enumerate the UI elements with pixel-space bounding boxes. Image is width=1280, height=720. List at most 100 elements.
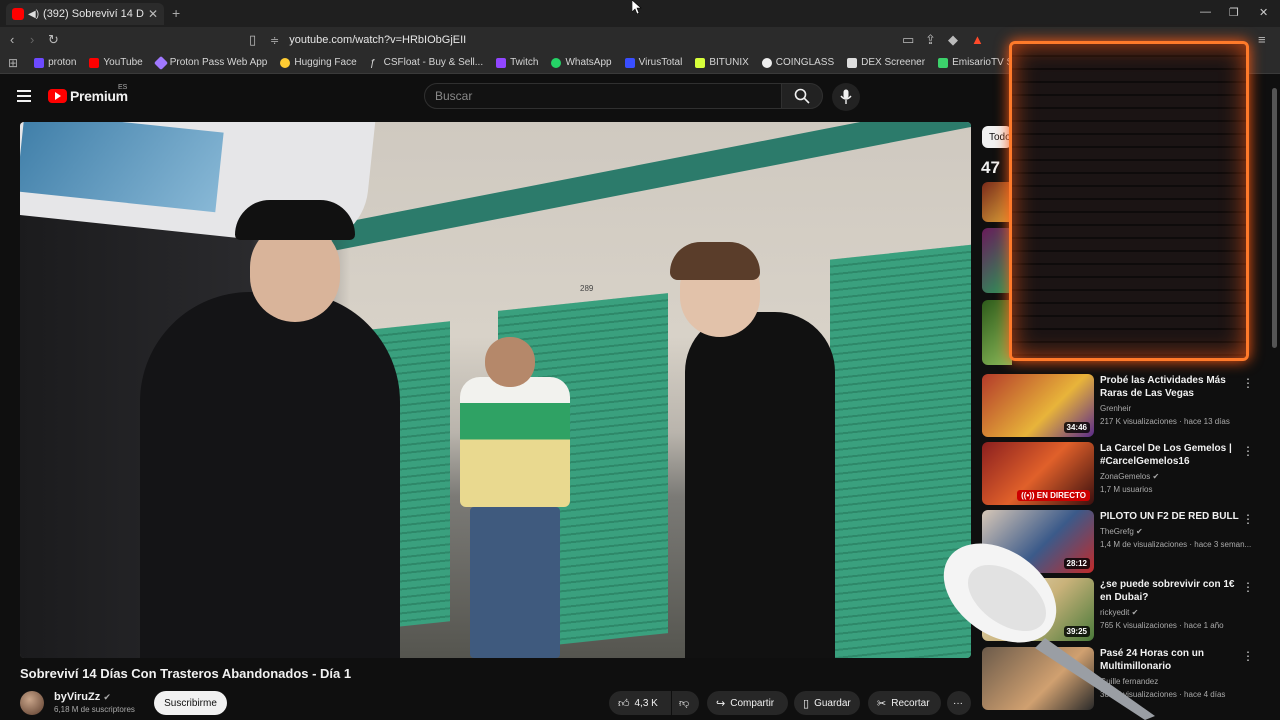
proton-icon bbox=[34, 57, 45, 68]
youtube-premium-logo[interactable]: Premium ES bbox=[48, 84, 128, 104]
audio-playing-icon[interactable]: ◀) bbox=[28, 9, 39, 20]
minimize-icon[interactable]: — bbox=[1200, 6, 1211, 18]
youtube-favicon-icon bbox=[12, 8, 24, 20]
tab-title: (392) Sobreviví 14 Días Con T bbox=[43, 8, 144, 20]
like-count: 4,3 K bbox=[634, 697, 658, 709]
bookmark-item[interactable]: WhatsApp bbox=[551, 57, 612, 68]
channel-avatar[interactable] bbox=[20, 691, 44, 715]
recommendation-channel[interactable]: Grenheir bbox=[1100, 404, 1131, 413]
like-button[interactable]: 👍︎ 4,3 K bbox=[609, 691, 671, 715]
more-options-icon[interactable]: ⋮ bbox=[1242, 444, 1254, 458]
filter-chip-all[interactable]: Todos bbox=[982, 126, 1012, 148]
url-text: youtube.com/watch?v=HRbIObGjEII bbox=[289, 34, 467, 46]
more-options-icon[interactable]: ⋮ bbox=[1242, 580, 1254, 594]
recommendation-channel[interactable]: TheGrefg ✔ bbox=[1100, 527, 1143, 536]
person-left bbox=[140, 292, 400, 658]
save-button[interactable]: ▯ Guardar bbox=[794, 691, 860, 715]
partial-thumbnail[interactable] bbox=[982, 300, 1012, 365]
video-thumbnail[interactable]: ((•)) EN DIRECTO bbox=[982, 442, 1094, 505]
maximize-icon[interactable]: ❐ bbox=[1229, 6, 1239, 19]
video-thumbnail[interactable]: 34:46 bbox=[982, 374, 1094, 437]
bookmark-item[interactable]: VirusTotal bbox=[624, 57, 682, 68]
close-window-icon[interactable]: ✕ bbox=[1259, 6, 1268, 19]
search-button[interactable] bbox=[781, 83, 823, 109]
live-label: EN DIRECTO bbox=[1036, 491, 1086, 500]
video-player[interactable]: 289 bbox=[20, 122, 971, 658]
thumbs-down-icon: 👎︎ bbox=[679, 698, 690, 709]
recommendation-title[interactable]: Probé las Actividades Más Raras de Las V… bbox=[1100, 374, 1240, 400]
bookmark-label: BITUNIX bbox=[709, 57, 749, 68]
mouse-cursor-icon bbox=[632, 0, 642, 14]
sidebar-scrollbar[interactable] bbox=[1272, 88, 1277, 348]
recommendation-title[interactable]: La Carcel De Los Gemelos | #CarcelGemelo… bbox=[1100, 442, 1240, 468]
clip-button[interactable]: ✂ Recortar bbox=[868, 691, 941, 715]
share-icon[interactable]: ⇪ bbox=[925, 32, 936, 48]
bookmark-item[interactable]: DEX Screener bbox=[847, 57, 925, 68]
voice-search-button[interactable] bbox=[832, 83, 860, 111]
webcam-overlay-frame bbox=[1009, 41, 1249, 361]
csfloat-icon: ƒ bbox=[369, 57, 376, 69]
menu-icon[interactable] bbox=[17, 90, 31, 102]
back-icon[interactable]: ‹ bbox=[10, 32, 14, 47]
reload-icon[interactable]: ↻ bbox=[48, 32, 59, 48]
dislike-button[interactable]: 👎︎ bbox=[672, 691, 699, 715]
subscribe-button[interactable]: Suscribirme bbox=[154, 691, 227, 715]
bookmark-item[interactable]: COINGLASS bbox=[761, 57, 835, 68]
search-icon bbox=[794, 88, 810, 104]
youtube-icon bbox=[89, 57, 100, 68]
partial-thumbnail[interactable] bbox=[982, 228, 1012, 293]
recommendation-title[interactable]: PILOTO UN F2 DE RED BULL bbox=[1100, 510, 1240, 523]
new-tab-button[interactable]: + bbox=[172, 5, 180, 21]
save-label: Guardar bbox=[814, 697, 851, 709]
browser-menu-icon[interactable]: ≡ bbox=[1258, 32, 1266, 47]
channel-text: TheGrefg bbox=[1100, 527, 1134, 536]
rewards-icon[interactable]: ▲ bbox=[971, 32, 984, 47]
partial-thumb-text: 47 bbox=[981, 158, 1000, 177]
scissors-icon: ✂ bbox=[877, 697, 887, 710]
bookmark-label: COINGLASS bbox=[775, 57, 835, 68]
bookmark-item[interactable]: Twitch bbox=[496, 57, 538, 68]
recommendation-meta: 217 K visualizaciones · hace 13 días bbox=[1100, 417, 1230, 426]
bookmark-label: CSFloat - Buy & Sell... bbox=[383, 57, 484, 68]
proton-pass-icon bbox=[153, 55, 168, 70]
whatsapp-icon bbox=[551, 57, 562, 68]
bookmark-page-icon[interactable]: ▯ bbox=[249, 32, 256, 48]
bookmark-label: WhatsApp bbox=[565, 57, 612, 68]
recommendation-item[interactable]: ((•)) EN DIRECTO La Carcel De Los Gemelo… bbox=[982, 442, 1272, 506]
bookmark-item[interactable]: ƒ CSFloat - Buy & Sell... bbox=[369, 57, 484, 69]
logo-region: ES bbox=[118, 84, 128, 91]
brave-shield-icon[interactable]: ◆ bbox=[948, 32, 958, 48]
share-button[interactable]: ↪ Compartir bbox=[707, 691, 788, 715]
person-middle-jeans bbox=[470, 507, 560, 658]
bitunix-icon bbox=[695, 57, 706, 68]
bookmark-item[interactable]: Proton Pass Web App bbox=[153, 55, 268, 70]
person-right-hair bbox=[670, 242, 760, 280]
bookmark-item[interactable]: BITUNIX bbox=[695, 57, 749, 68]
channel-name[interactable]: byViruZz ✔ bbox=[54, 691, 111, 703]
emisariotv-icon bbox=[938, 57, 949, 68]
site-settings-icon[interactable]: ≑ bbox=[270, 34, 279, 47]
forward-icon[interactable]: › bbox=[30, 32, 34, 47]
channel-name-text: byViruZz bbox=[54, 691, 101, 703]
recommendation-channel[interactable]: ZonaGemelos ✔ bbox=[1100, 472, 1159, 481]
bookmark-item[interactable]: Hugging Face bbox=[280, 57, 357, 68]
close-tab-icon[interactable]: ✕ bbox=[148, 7, 158, 21]
browser-tab-active[interactable]: ◀) (392) Sobreviví 14 Días Con T ✕ bbox=[6, 3, 164, 25]
search-input[interactable]: Buscar bbox=[424, 83, 782, 109]
cast-icon[interactable]: ▭ bbox=[902, 32, 914, 48]
more-options-icon[interactable]: ⋮ bbox=[1242, 649, 1254, 663]
bookmark-label: Twitch bbox=[510, 57, 539, 68]
person-left-cap bbox=[235, 200, 355, 240]
recommendation-item[interactable]: 34:46 Probé las Actividades Más Raras de… bbox=[982, 374, 1272, 438]
verified-icon: ✔ bbox=[103, 692, 111, 702]
bookmark-item[interactable]: proton bbox=[34, 57, 76, 68]
more-options-icon[interactable]: ⋮ bbox=[1242, 376, 1254, 390]
bookmark-item[interactable]: YouTube bbox=[89, 57, 143, 68]
person-middle-shirt bbox=[460, 377, 570, 507]
more-options-icon[interactable]: ⋮ bbox=[1242, 512, 1254, 526]
apps-grid-icon[interactable]: ⊞ bbox=[8, 56, 18, 70]
address-bar[interactable]: ≑ youtube.com/watch?v=HRbIObGjEII bbox=[270, 30, 990, 50]
bookmark-label: Proton Pass Web App bbox=[169, 57, 268, 68]
share-label: Compartir bbox=[730, 697, 775, 709]
partial-thumbnail[interactable] bbox=[982, 182, 1012, 222]
